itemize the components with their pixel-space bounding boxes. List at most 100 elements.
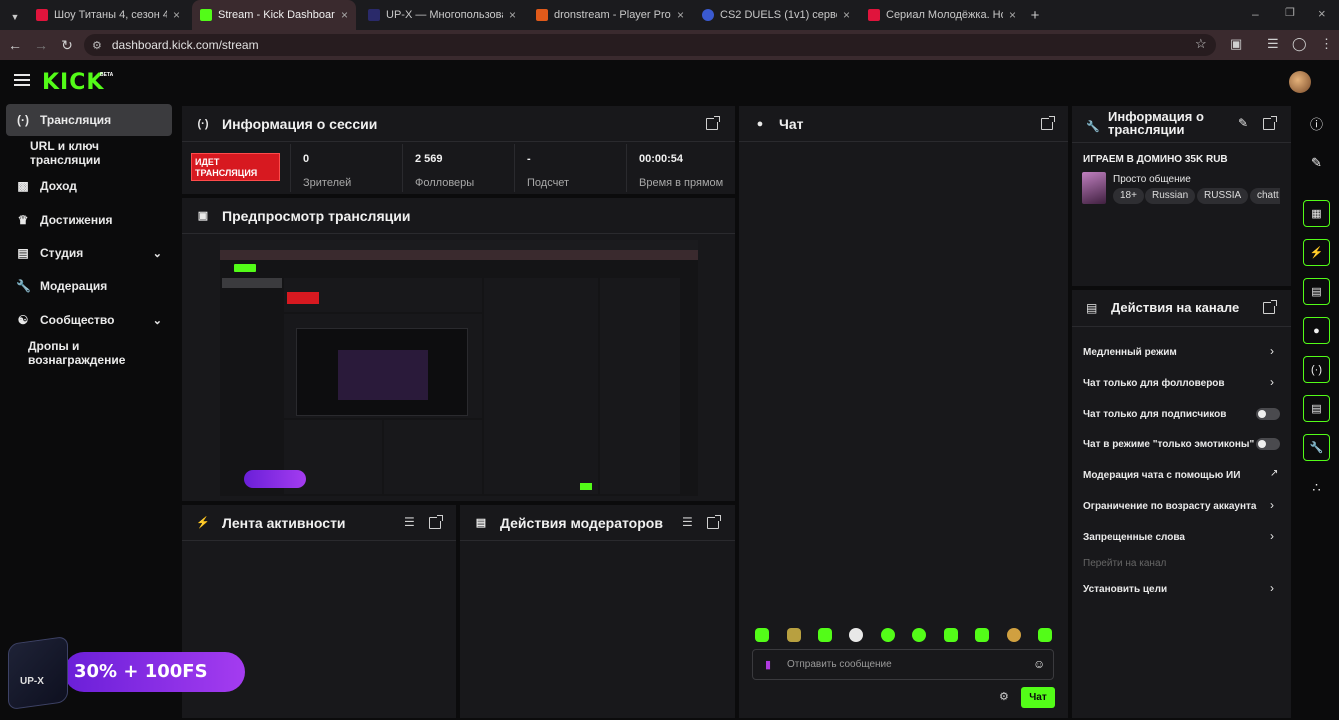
emotes-only-toggle[interactable] bbox=[1256, 438, 1280, 450]
media-control-icon[interactable]: ☰ bbox=[1267, 36, 1279, 52]
emoji-icon[interactable]: ☺ bbox=[1033, 657, 1045, 671]
broadcast-icon[interactable]: (·) bbox=[1303, 356, 1330, 383]
emote-icon[interactable] bbox=[849, 628, 863, 642]
chevron-right-icon[interactable]: › bbox=[1270, 498, 1274, 512]
popout-icon[interactable] bbox=[707, 515, 721, 529]
sidebar-item-revenue[interactable]: ▩ Доход bbox=[6, 170, 172, 202]
forward-arrow-icon[interactable]: → bbox=[28, 37, 54, 53]
chat-settings-gear-icon[interactable]: ⚙ bbox=[999, 690, 1009, 703]
preview-live-badge bbox=[287, 292, 319, 304]
close-icon[interactable]: × bbox=[341, 8, 348, 22]
stream-tag: RUSSIA bbox=[1197, 188, 1249, 204]
lightning-icon[interactable]: ⚡ bbox=[1303, 239, 1330, 266]
tab-list-button[interactable]: ▼ bbox=[6, 6, 24, 28]
sidebar-item-community[interactable]: ☯ Сообщество ⌄ bbox=[6, 304, 172, 336]
browser-tab[interactable]: dronstream - Player Profile - FA × bbox=[528, 4, 692, 26]
tab-favicon-icon bbox=[868, 9, 880, 21]
sidebar-item-stream-key[interactable]: URL и ключ трансляции bbox=[6, 137, 172, 169]
emote-icon[interactable] bbox=[944, 628, 958, 642]
category-thumbnail[interactable] bbox=[1082, 172, 1106, 204]
filter-icon[interactable]: ☰ bbox=[404, 515, 415, 529]
emote-icon[interactable] bbox=[881, 628, 895, 642]
plus-icon: + bbox=[1030, 6, 1040, 24]
popout-icon[interactable] bbox=[1263, 300, 1277, 314]
action-go-to-channel[interactable]: Перейти на канал bbox=[1083, 558, 1283, 569]
edit-pencil-icon[interactable]: ✎ bbox=[1238, 116, 1248, 130]
browser-tab[interactable]: Сериал Молодёжка. Новая сме × bbox=[860, 4, 1024, 26]
add-widget-icon[interactable]: ∴ bbox=[1303, 474, 1330, 501]
sidebar-item-achievements[interactable]: ♛ Достижения bbox=[6, 204, 172, 236]
wrench-icon[interactable]: 🔧 bbox=[1303, 434, 1330, 461]
browser-tab-active[interactable]: Stream - Kick Dashboard × bbox=[192, 0, 356, 30]
chevron-right-icon[interactable]: › bbox=[1270, 529, 1274, 543]
bookmark-star-icon[interactable]: ☆ bbox=[1195, 36, 1207, 52]
chevron-right-icon[interactable]: › bbox=[1270, 581, 1274, 595]
document-icon[interactable]: ▤ bbox=[1303, 278, 1330, 305]
kick-logo[interactable]: KICK bbox=[42, 70, 104, 95]
chevron-down-icon[interactable]: ⌄ bbox=[153, 314, 162, 327]
chat-bubble-icon[interactable]: ● bbox=[1303, 317, 1330, 344]
chevron-right-icon[interactable]: › bbox=[1270, 344, 1274, 358]
sidebar-item-studio[interactable]: ▤ Студия ⌄ bbox=[6, 237, 172, 269]
new-tab-button[interactable]: + bbox=[1026, 4, 1044, 26]
dice-logo-icon bbox=[8, 635, 68, 711]
channel-actions-icon[interactable]: ▤ bbox=[1303, 395, 1330, 422]
emote-icon[interactable] bbox=[1038, 628, 1052, 642]
action-ai-moderation[interactable]: Модерация чата с помощью ИИ bbox=[1083, 470, 1283, 481]
screen-capture-icon[interactable]: ▦ bbox=[1303, 200, 1330, 227]
emote-icon[interactable] bbox=[975, 628, 989, 642]
chat-message-input[interactable]: ▮ Отправить сообщение ☺ bbox=[752, 649, 1054, 680]
panel-title: Чат bbox=[779, 115, 804, 132]
action-slow-mode[interactable]: Медленный режим bbox=[1083, 347, 1283, 358]
popout-icon[interactable] bbox=[429, 515, 443, 529]
external-link-icon[interactable]: ↗ bbox=[1270, 468, 1278, 479]
window-close-icon[interactable]: × bbox=[1318, 6, 1326, 21]
sidebar-item-label: Дропы и вознаграждение bbox=[28, 339, 126, 367]
emote-icon[interactable] bbox=[755, 628, 769, 642]
subscribers-only-toggle[interactable] bbox=[1256, 408, 1280, 420]
menu-dots-icon[interactable]: ⋮ bbox=[1320, 36, 1333, 52]
popout-icon[interactable] bbox=[706, 116, 720, 130]
back-arrow-icon[interactable]: ← bbox=[2, 37, 28, 53]
action-account-age[interactable]: Ограничение по возрасту аккаунта bbox=[1083, 501, 1283, 512]
emote-icon[interactable] bbox=[818, 628, 832, 642]
extensions-icon[interactable]: ▣ bbox=[1230, 36, 1242, 52]
close-icon[interactable]: × bbox=[677, 8, 684, 22]
emote-icon[interactable] bbox=[912, 628, 926, 642]
browser-tab[interactable]: UP-X — Многопользовательс × bbox=[360, 4, 524, 26]
sidebar-item-stream[interactable]: (·) Трансляция bbox=[6, 104, 172, 136]
popout-icon[interactable] bbox=[1263, 116, 1277, 130]
emote-icon[interactable] bbox=[1007, 628, 1021, 642]
emote-icon[interactable] bbox=[787, 628, 801, 642]
chevron-right-icon[interactable]: › bbox=[1270, 375, 1274, 389]
browser-tab[interactable]: Шоу Титаны 4, сезон 4 выпуск × bbox=[28, 4, 188, 26]
user-avatar[interactable] bbox=[1289, 71, 1311, 93]
action-banned-words[interactable]: Запрещенные слова bbox=[1083, 532, 1283, 543]
minimize-icon[interactable]: – bbox=[1252, 7, 1259, 21]
stream-preview-video[interactable] bbox=[220, 240, 698, 496]
address-bar[interactable]: ⚙ dashboard.kick.com/stream bbox=[84, 34, 1216, 56]
edit-pencil-icon[interactable]: ✎ bbox=[1303, 149, 1330, 176]
browser-tab[interactable]: CS2 DUELS (1v1) серверы (CS2 × bbox=[694, 4, 858, 26]
reload-icon[interactable]: ↻ bbox=[54, 37, 80, 54]
site-info-icon[interactable]: ⚙ bbox=[92, 39, 102, 52]
action-followers-only[interactable]: Чат только для фолловеров bbox=[1083, 378, 1283, 389]
info-icon[interactable]: ⓘ bbox=[1303, 110, 1330, 137]
action-set-goals[interactable]: Установить цели bbox=[1083, 584, 1283, 595]
sidebar-item-drops[interactable]: Дропы и вознаграждение bbox=[6, 337, 180, 369]
close-icon[interactable]: × bbox=[843, 8, 850, 22]
category-name[interactable]: Просто общение bbox=[1113, 174, 1191, 185]
restore-icon[interactable]: ❐ bbox=[1285, 6, 1295, 19]
send-chat-button[interactable]: Чат bbox=[1021, 687, 1055, 708]
close-icon[interactable]: × bbox=[509, 8, 516, 22]
close-icon[interactable]: × bbox=[173, 8, 180, 22]
hamburger-menu-icon[interactable] bbox=[14, 74, 30, 86]
chevron-down-icon[interactable]: ⌄ bbox=[153, 247, 162, 260]
popout-icon[interactable] bbox=[1041, 116, 1055, 130]
close-icon[interactable]: × bbox=[1009, 8, 1016, 22]
sidebar-item-moderation[interactable]: 🔧 Модерация bbox=[6, 270, 172, 302]
filter-icon[interactable]: ☰ bbox=[682, 515, 693, 529]
microphone-icon[interactable]: ▮ bbox=[765, 658, 771, 671]
tab-title: Сериал Молодёжка. Новая сме bbox=[886, 9, 1003, 21]
profile-icon[interactable]: ◯ bbox=[1292, 36, 1307, 52]
